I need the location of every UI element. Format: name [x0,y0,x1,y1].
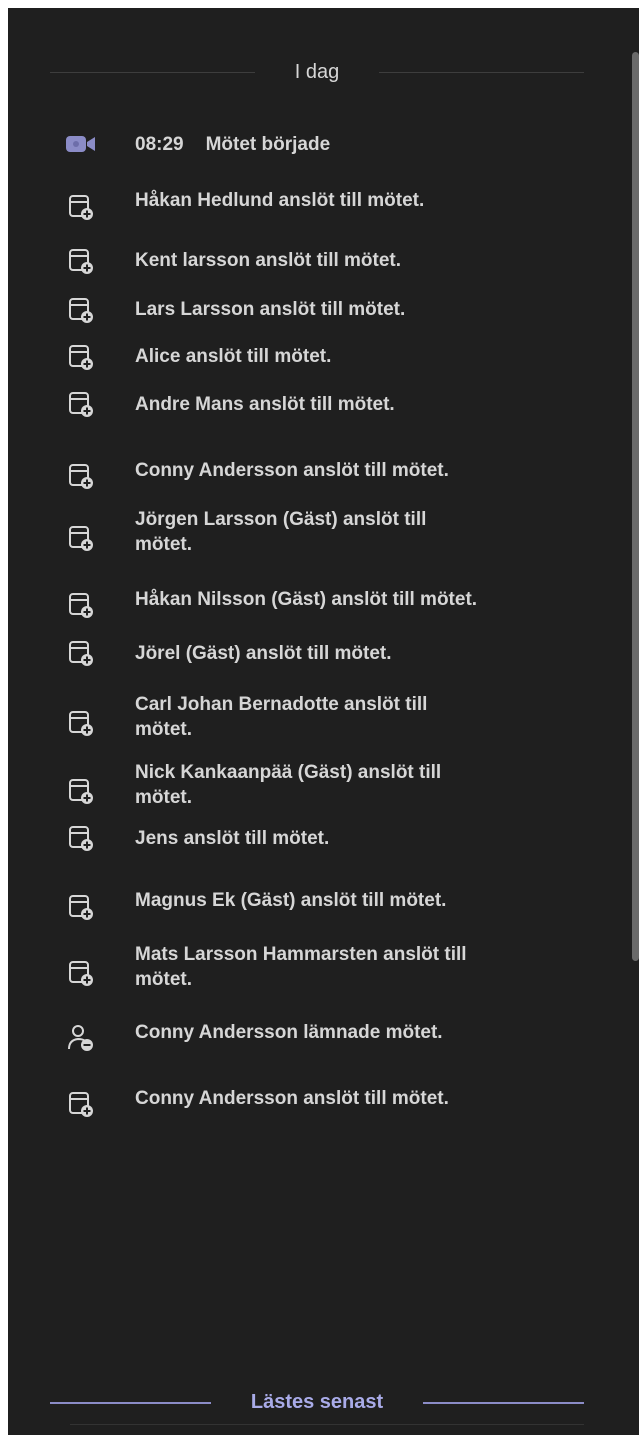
event-text: Andre Mans anslöt till mötet. [135,392,485,417]
divider-line-right [379,71,585,73]
person-leave-icon [64,1021,98,1055]
event-text: Conny Andersson anslöt till mötet. [135,458,485,483]
last-read-line-left [50,1401,211,1404]
chat-panel: I dag 08:29 Mötet började Håkan Hedlund an… [8,8,639,1435]
calendar-add-icon [64,521,98,555]
event-item: 08:29 Mötet började [8,126,639,162]
event-text: Jens anslöt till mötet. [135,826,485,851]
event-message: Jens anslöt till mötet. [135,827,330,849]
event-text: Kent larsson anslöt till mötet. [135,248,485,273]
event-message: Nick Kankaanpää (Gäst) anslöt till mötet… [135,761,442,808]
event-item: Jörel (Gäst) anslöt till mötet. [8,635,639,671]
last-read-line-right [423,1401,585,1404]
scrollbar[interactable] [632,51,639,961]
event-text: Carl Johan Bernadotte anslöt till mötet. [135,692,485,742]
event-text: Lars Larsson anslöt till mötet. [135,297,485,322]
calendar-add-icon [64,821,98,855]
event-item: Conny Andersson anslöt till mötet. [8,1070,639,1126]
bottom-divider [70,1424,584,1426]
event-message: Conny Andersson anslöt till mötet. [135,1087,449,1109]
event-message: Mats Larsson Hammarsten anslöt till möte… [135,943,467,990]
event-text: Nick Kankaanpää (Gäst) anslöt till mötet… [135,760,485,810]
calendar-add-icon [64,459,98,493]
event-text: Jörgen Larsson (Gäst) anslöt till mötet. [135,507,485,557]
event-item: Mats Larsson Hammarsten anslöt till möte… [8,939,639,995]
event-item: Nick Kankaanpää (Gäst) anslöt till mötet… [8,757,639,813]
calendar-add-icon [64,706,98,740]
event-item: Håkan Hedlund anslöt till mötet. [8,173,639,229]
event-message: Håkan Hedlund anslöt till mötet. [135,190,425,212]
calendar-add-icon [64,1087,98,1121]
event-item: Conny Andersson lämnade mötet. [8,1004,639,1060]
calendar-add-icon [64,636,98,670]
calendar-add-icon [64,890,98,924]
calendar-add-icon [64,774,98,808]
event-item: Carl Johan Bernadotte anslöt till mötet. [8,689,639,745]
last-read-label: Lästes senast [250,1391,384,1414]
date-divider: I dag [50,60,585,83]
event-message: Andre Mans anslöt till mötet. [135,393,395,415]
event-text: Magnus Ek (Gäst) anslöt till mötet. [135,888,485,913]
event-time: 08:29 [135,133,184,155]
event-item: Magnus Ek (Gäst) anslöt till mötet. [8,873,639,929]
event-message: Conny Andersson lämnade mötet. [135,1021,443,1043]
calendar-add-icon [64,340,98,374]
event-text: Håkan Nilsson (Gäst) anslöt till mötet. [135,587,485,612]
calendar-add-icon [64,387,98,421]
event-item: Alice anslöt till mötet. [8,339,639,375]
event-message: Alice anslöt till mötet. [135,346,332,368]
event-item: Andre Mans anslöt till mötet. [8,386,639,422]
calendar-add-icon [64,588,98,622]
event-message: Jörel (Gäst) anslöt till mötet. [135,642,392,664]
date-label: I dag [294,60,340,83]
event-message: Lars Larsson anslöt till mötet. [135,299,406,321]
last-read-divider: Lästes senast [50,1391,585,1414]
event-text: Mats Larsson Hammarsten anslöt till möte… [135,942,485,992]
event-item: Conny Andersson anslöt till mötet. [8,442,639,498]
event-message: Mötet började [205,133,331,155]
event-message: Kent larsson anslöt till mötet. [135,250,402,272]
event-message: Håkan Nilsson (Gäst) anslöt till mötet. [135,588,478,610]
event-text: 08:29 Mötet började [135,132,485,157]
event-item: Håkan Nilsson (Gäst) anslöt till mötet. [8,571,639,627]
calendar-add-icon [64,190,98,224]
event-message: Carl Johan Bernadotte anslöt till mötet. [135,694,428,741]
event-message: Jörgen Larsson (Gäst) anslöt till mötet. [135,509,427,556]
event-text: Alice anslöt till mötet. [135,344,485,369]
event-text: Conny Andersson lämnade mötet. [135,1020,485,1045]
event-message: Conny Andersson anslöt till mötet. [135,459,449,481]
video-call-icon [64,127,98,161]
calendar-add-icon [64,293,98,327]
event-item: Jörgen Larsson (Gäst) anslöt till mötet. [8,504,639,560]
calendar-add-icon [64,956,98,990]
event-text: Conny Andersson anslöt till mötet. [135,1086,485,1111]
event-item: Jens anslöt till mötet. [8,820,639,856]
event-item: Kent larsson anslöt till mötet. [8,243,639,279]
event-item: Lars Larsson anslöt till mötet. [8,292,639,328]
event-message: Magnus Ek (Gäst) anslöt till mötet. [135,890,447,912]
event-text: Jörel (Gäst) anslöt till mötet. [135,641,485,666]
divider-line-left [50,71,255,73]
event-text: Håkan Hedlund anslöt till mötet. [135,188,485,213]
calendar-add-icon [64,244,98,278]
